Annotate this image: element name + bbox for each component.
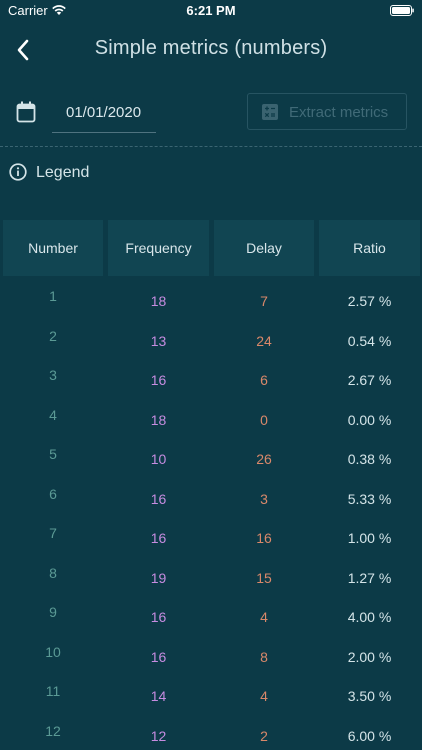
cell-frequency: 16 (150, 372, 167, 388)
cell-frequency: 16 (150, 648, 167, 665)
info-icon (9, 163, 27, 181)
cell-ratio: 2.57 % (347, 293, 392, 309)
calendar-icon[interactable] (16, 101, 36, 123)
cell-ratio: 2.67 % (347, 372, 392, 388)
cell-frequency: 13 (150, 332, 167, 349)
status-time: 6:21 PM (186, 3, 236, 18)
cell-delay: 15 (256, 569, 272, 586)
cell-delay: 4 (260, 609, 268, 625)
cell-ratio: 2.00 % (347, 648, 392, 665)
extract-metrics-label: Extract metrics (289, 104, 389, 121)
cell-frequency: 18 (150, 411, 167, 428)
column-header-number[interactable]: Number (3, 220, 103, 276)
cell-delay: 24 (256, 332, 272, 349)
cell-ratio: 5.33 % (347, 490, 392, 507)
cell-delay: 3 (260, 490, 268, 507)
calculator-icon (262, 104, 278, 120)
cell-ratio: 4.00 % (347, 609, 392, 625)
cell-ratio: 3.50 % (347, 688, 392, 704)
page-title: Simple metrics (numbers) (94, 37, 328, 59)
date-field[interactable]: 01/01/2020 (52, 94, 156, 133)
cell-number: 1 (49, 288, 57, 304)
cell-delay: 16 (256, 530, 272, 546)
cell-ratio: 1.00 % (347, 530, 392, 546)
cell-frequency: 16 (150, 609, 167, 625)
column-header-frequency[interactable]: Frequency (108, 220, 209, 276)
cell-number: 6 (49, 485, 57, 502)
cell-ratio: 0.38 % (347, 451, 392, 467)
column-header-ratio[interactable]: Ratio (319, 220, 420, 276)
cell-number: 7 (49, 525, 57, 541)
cell-number: 9 (49, 604, 57, 620)
cell-number: 12 (45, 722, 61, 739)
cell-delay: 6 (260, 372, 268, 388)
cell-delay: 8 (260, 648, 268, 665)
extract-metrics-button[interactable]: Extract metrics (247, 93, 407, 130)
cell-frequency: 16 (150, 490, 167, 507)
cell-delay: 26 (256, 451, 272, 467)
cell-number: 4 (49, 406, 57, 423)
cell-ratio: 0.54 % (347, 332, 392, 349)
cell-frequency: 12 (150, 727, 167, 744)
cell-frequency: 10 (150, 451, 167, 467)
cell-ratio: 6.00 % (347, 727, 392, 744)
cell-frequency: 14 (150, 688, 167, 704)
cell-number: 11 (45, 683, 61, 699)
cell-delay: 7 (260, 293, 268, 309)
cell-number: 3 (49, 367, 57, 383)
cell-delay: 2 (260, 727, 268, 744)
cell-ratio: 0.00 % (347, 411, 392, 428)
cell-ratio: 1.27 % (347, 569, 392, 586)
cell-frequency: 18 (150, 293, 167, 309)
legend-label: Legend (36, 164, 90, 181)
cell-frequency: 16 (150, 530, 167, 546)
cell-delay: 4 (260, 688, 268, 704)
cell-number: 8 (49, 564, 57, 581)
status-bar: Carrier 6:21 PM (0, 0, 422, 22)
cell-number: 2 (49, 327, 57, 344)
cell-number: 5 (49, 446, 57, 462)
cell-number: 10 (45, 643, 61, 660)
divider (0, 146, 422, 147)
cell-delay: 0 (260, 411, 268, 428)
date-value: 01/01/2020 (66, 104, 142, 121)
cell-frequency: 19 (150, 569, 167, 586)
column-header-delay[interactable]: Delay (214, 220, 314, 276)
battery-icon (390, 5, 414, 16)
